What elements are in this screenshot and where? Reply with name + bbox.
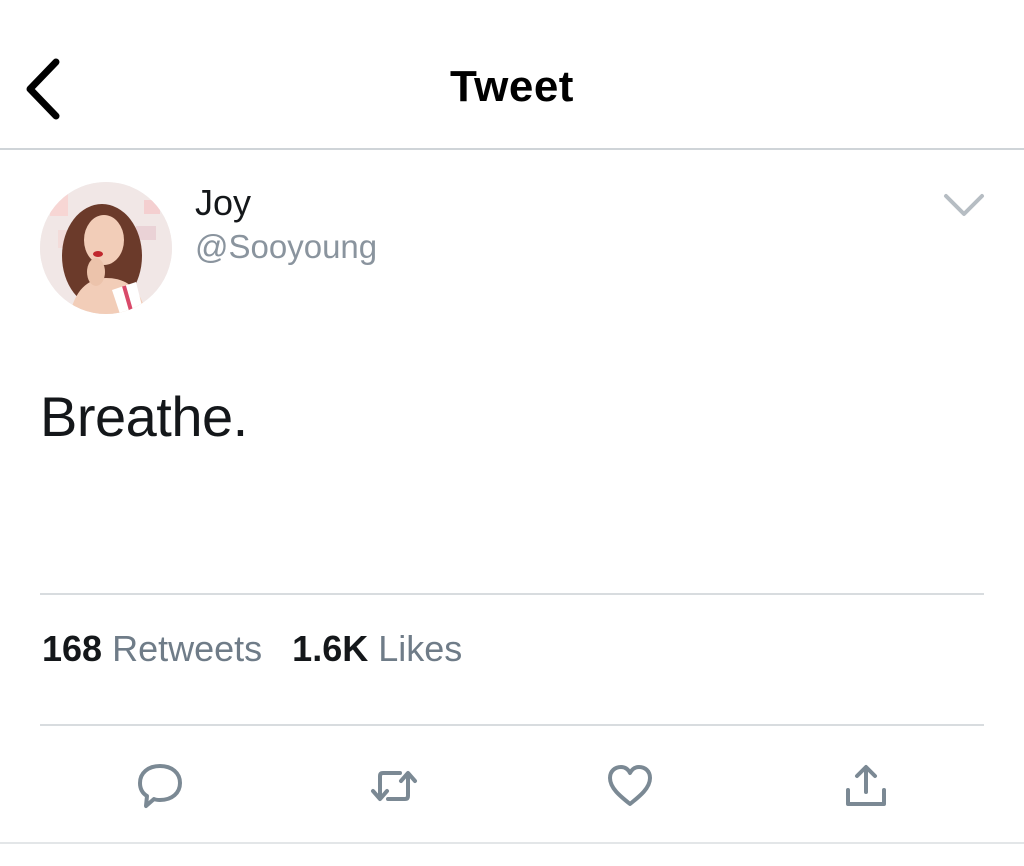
- divider: [40, 724, 984, 726]
- retweets-stat[interactable]: 168 Retweets: [42, 628, 292, 669]
- author-handle[interactable]: @Sooyoung: [195, 228, 377, 266]
- profile-photo: [40, 182, 172, 314]
- author-display-name[interactable]: Joy: [195, 182, 251, 224]
- share-icon: [846, 765, 886, 806]
- chevron-down-icon: [944, 194, 984, 216]
- page-title: Tweet: [450, 62, 574, 111]
- retweet-icon: [371, 771, 417, 801]
- avatar[interactable]: [40, 182, 172, 314]
- nav-header: Tweet: [0, 0, 1024, 150]
- retweets-label: Retweets: [112, 628, 263, 669]
- retweet-button[interactable]: [366, 760, 422, 812]
- retweets-count: 168: [42, 628, 103, 669]
- divider: [0, 842, 1024, 844]
- tweet-detail-screen: Tweet Joy @Sooyoung Breathe. 168 Retweet…: [0, 0, 1024, 866]
- translate-icon: [42, 508, 86, 514]
- divider: [40, 593, 984, 595]
- reply-button[interactable]: [132, 760, 188, 812]
- tweet-text: Breathe.: [40, 385, 248, 448]
- likes-label: Likes: [378, 628, 463, 669]
- heart-icon: [608, 765, 652, 806]
- share-button[interactable]: [838, 760, 894, 812]
- tweet-stats: 168 Retweets 1.6K Likes: [42, 628, 482, 670]
- likes-count: 1.6K: [292, 628, 369, 669]
- likes-stat[interactable]: 1.6K Likes: [292, 628, 482, 669]
- like-button[interactable]: [602, 760, 658, 812]
- tweet-menu-button[interactable]: [940, 186, 988, 226]
- comment-icon: [138, 764, 182, 808]
